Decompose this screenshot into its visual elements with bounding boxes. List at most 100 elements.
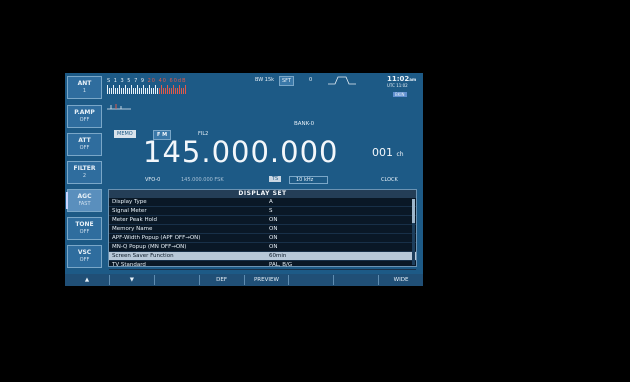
vsc-label: VSC [77, 249, 92, 256]
meter-segment [123, 88, 124, 94]
menu-row-name: Screen Saver Function [112, 253, 174, 259]
agc-value: FAST [78, 200, 91, 207]
clock-time: 11:02am [387, 75, 416, 83]
menu-row-value: ON [269, 235, 278, 241]
meter-segment [175, 88, 176, 94]
meter-segment [153, 88, 154, 94]
meter-segment [127, 88, 128, 94]
ts-value: 10 kHz [289, 176, 329, 184]
meter-segment [185, 85, 186, 94]
fkey-up[interactable]: ▲ [65, 275, 110, 285]
menu-scrollbar[interactable] [412, 199, 415, 265]
tone-button[interactable]: TONE OFF [67, 217, 102, 240]
fkey-7[interactable] [334, 275, 380, 285]
menu-row-name: APF-Width Popup (APF OFF→ON) [112, 235, 201, 241]
main-frequency: 145.000.000 [143, 135, 339, 169]
ts-tag: TS [269, 176, 282, 182]
filter-button[interactable]: FILTER 2 [67, 161, 102, 184]
menu-row-screen-saver[interactable]: Screen Saver Function 60min [109, 252, 416, 261]
menu-row-name: Display Type [112, 199, 147, 205]
meter-segment [167, 85, 168, 94]
menu-row-mnq-popup[interactable]: MN-Q Popup (MN OFF→ON) ON [109, 243, 416, 252]
fkey-wide[interactable]: WIDE [379, 275, 423, 285]
menu-row-value: 60min [269, 253, 287, 259]
sft-label: SFT [282, 78, 292, 84]
ant-button[interactable]: ANT 1 [67, 76, 102, 99]
fkey-3[interactable] [155, 275, 200, 285]
att-button[interactable]: ATT OFF [67, 133, 102, 156]
bw-value: 15k [264, 77, 275, 83]
fkey-preview[interactable]: PREVIEW [245, 275, 290, 285]
meter-segment [119, 85, 120, 94]
meter-segment [121, 88, 122, 94]
meter-segment [133, 88, 134, 94]
meter-segment [169, 88, 170, 94]
fkey-6[interactable] [289, 275, 335, 285]
meter-segment [129, 88, 130, 94]
agc-button[interactable]: AGC FAST [66, 189, 102, 212]
sft-value: 0 [309, 77, 313, 83]
menu-row-signal-meter[interactable]: Signal Meter S [109, 207, 416, 216]
passband-icon [328, 76, 356, 85]
ant-value: 1 [82, 87, 87, 94]
vfo-label: VFO-0 [145, 177, 161, 183]
meter-segment [165, 88, 166, 94]
channel-number: 001 ch [372, 146, 404, 159]
tone-label: TONE [75, 221, 94, 228]
meter-segment [107, 85, 108, 94]
preamp-button[interactable]: P.AMP OFF [67, 105, 102, 128]
preamp-value: OFF [79, 116, 90, 123]
meter-segment [171, 88, 172, 94]
menu-row-tv-standard[interactable]: TV Standard PAL, B/G [109, 261, 416, 270]
menu-row-value: ON [269, 217, 278, 223]
bank-label: BANK-0 [294, 121, 315, 127]
clock-ampm: am [409, 77, 417, 82]
s-meter-scale-white: S 1 3 5 7 9 [107, 78, 146, 84]
menu-row-value: ON [269, 244, 278, 250]
clock-label: CLOCK [381, 177, 398, 183]
meter-segment [135, 88, 136, 94]
bw-label: BW [255, 77, 264, 83]
sub-frequency: 145.000.000 FSK [181, 177, 224, 183]
ant-label: ANT [77, 80, 92, 87]
meter-segment [159, 88, 160, 94]
fkey-def[interactable]: DEF [200, 275, 245, 285]
bw-indicator: BW 15k [253, 76, 276, 84]
meter-segment [109, 88, 110, 94]
menu-row-memory-name[interactable]: Memory Name ON [109, 225, 416, 234]
meter-segment [131, 85, 132, 94]
channel-unit: ch [396, 151, 404, 158]
tuning-indicator-icon [107, 104, 131, 110]
meter-segment [113, 85, 114, 94]
menu-row-apf-popup[interactable]: APF-Width Popup (APF OFF→ON) ON [109, 234, 416, 243]
display-set-menu: DISPLAY SET Display Type A Signal Meter S … [108, 189, 417, 270]
meter-segment [151, 88, 152, 94]
menu-row-value: A [269, 199, 273, 205]
menu-row-value: PAL, B/G [269, 262, 293, 268]
menu-row-name: Signal Meter [112, 208, 147, 214]
s-meter-scale-red: 20 40 60dB [147, 78, 187, 84]
meter-segment [111, 88, 112, 94]
preamp-label: P.AMP [74, 109, 95, 116]
radio-display: ANT 1 P.AMP OFF ATT OFF FILTER 2 AGC FAS… [65, 73, 423, 286]
filter-value: 2 [82, 172, 87, 179]
menu-row-name: Meter Peak Hold [112, 217, 158, 223]
vsc-button[interactable]: VSC OFF [67, 245, 102, 268]
utc-time: UTC 11:02 [387, 83, 408, 88]
vsc-value: OFF [79, 256, 90, 263]
menu-row-display-type[interactable]: Display Type A [109, 198, 416, 207]
agc-label: AGC [77, 193, 92, 200]
meter-segment [143, 85, 144, 94]
fkey-down[interactable]: ▼ [110, 275, 155, 285]
att-label: ATT [78, 137, 91, 144]
meter-segment [117, 88, 118, 94]
menu-scroll-thumb[interactable] [412, 199, 415, 223]
menu-row-name: Memory Name [112, 226, 153, 232]
meter-segment [149, 85, 150, 94]
status-badge: BKIN [393, 92, 407, 97]
menu-row-value: S [269, 208, 273, 214]
menu-row-meter-peak-hold[interactable]: Meter Peak Hold ON [109, 216, 416, 225]
meter-segment [155, 85, 156, 94]
meter-segment [147, 88, 148, 94]
filter-label: FILTER [73, 165, 96, 172]
